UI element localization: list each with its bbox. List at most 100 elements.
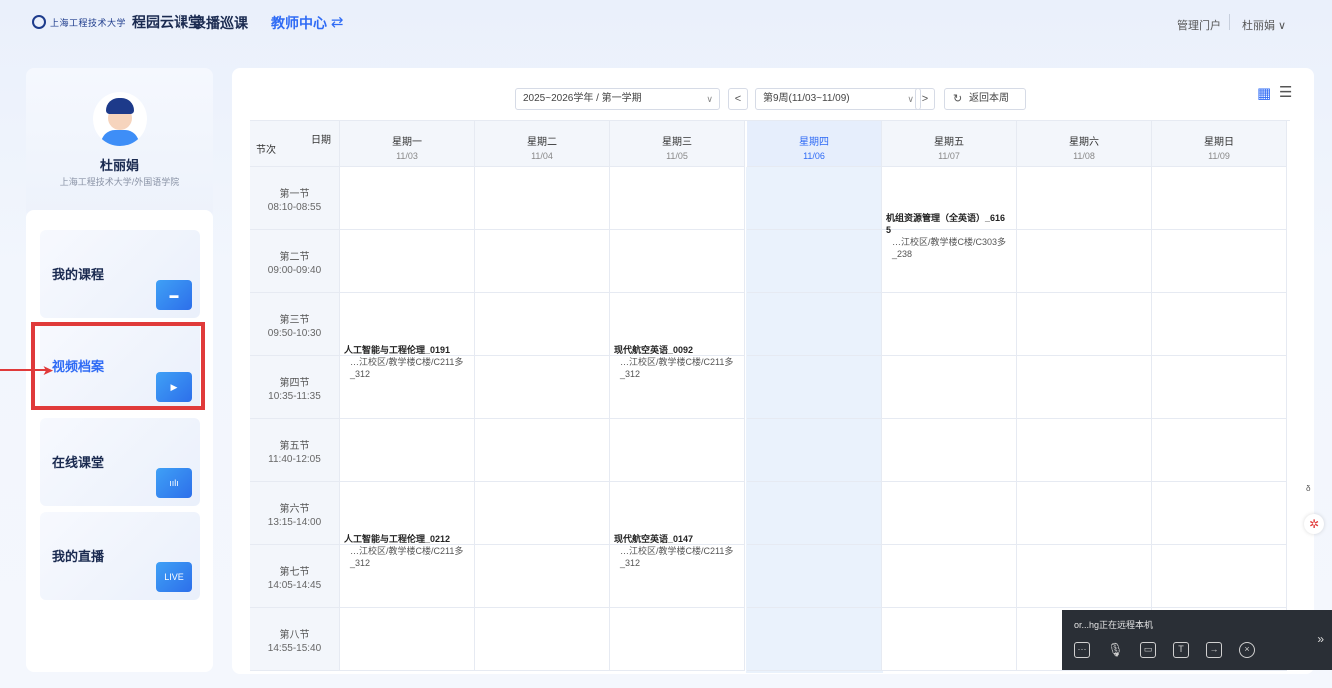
schedule-cell[interactable] — [475, 482, 610, 545]
schedule-cell[interactable] — [882, 419, 1017, 482]
schedule-cell[interactable] — [1152, 167, 1287, 230]
schedule-cell[interactable] — [882, 293, 1017, 356]
schedule-cell[interactable] — [882, 356, 1017, 419]
schedule-cell[interactable] — [475, 545, 610, 608]
day-header: 星期二 11/04 — [475, 121, 610, 167]
course-block[interactable]: 人工智能与工程伦理_0212 …江校区/教学楼C楼/C211多_312 — [344, 533, 473, 569]
menu-item-my-live[interactable]: 我的直播 LIVE — [40, 512, 200, 600]
course-name: 现代航空英语_0147 — [614, 534, 694, 544]
schedule-cell[interactable] — [610, 167, 745, 230]
schedule-cell[interactable] — [1152, 293, 1287, 356]
period-cell: 第一节 08:10-08:55 — [250, 167, 340, 230]
period-time: 09:50-10:30 — [267, 328, 322, 339]
course-block[interactable]: 现代航空英语_0147 …江校区/教学楼C楼/C211多_312 — [614, 533, 743, 569]
period-name: 第五节 — [279, 441, 310, 452]
menu-item-my-courses[interactable]: 我的课程 ▬ — [40, 230, 200, 318]
period-name: 第六节 — [279, 504, 310, 515]
mic-icon[interactable]: 🎙 — [1107, 642, 1124, 658]
schedule-cell[interactable] — [882, 608, 1017, 671]
schedule-cell[interactable] — [747, 482, 882, 545]
text-icon[interactable]: T — [1173, 642, 1189, 658]
nav-teacher-center[interactable]: 教师中心 — [271, 13, 327, 33]
course-block[interactable]: 人工智能与工程伦理_0191 …江校区/教学楼C楼/C211多_312 — [344, 344, 473, 380]
close-circle-icon[interactable]: × — [1239, 642, 1255, 658]
weekday-label: 星期六 — [1069, 137, 1099, 148]
remote-control-bar: or...hg正在远程本机 ··· 🎙 ▭ T → × » — [1062, 610, 1332, 670]
menu-label: 我的直播 — [52, 549, 105, 564]
schedule-cell[interactable] — [1017, 545, 1152, 608]
period-cell: 第四节 10:35-11:35 — [250, 356, 340, 419]
term-select[interactable]: 2025~2026学年 / 第一学期 ∨ — [515, 88, 720, 110]
schedule-cell[interactable] — [475, 167, 610, 230]
schedule-cell[interactable] — [1152, 230, 1287, 293]
schedule-cell[interactable] — [747, 230, 882, 293]
menu-item-online-classroom[interactable]: 在线课堂 ıılı — [40, 418, 200, 506]
screen-icon[interactable]: ▭ — [1140, 642, 1156, 658]
period-time: 14:05-14:45 — [267, 580, 322, 591]
schedule-cell[interactable] — [1017, 419, 1152, 482]
prev-week-button[interactable]: < — [728, 88, 748, 110]
user-name: 杜丽娟 — [99, 158, 139, 173]
admin-portal-link[interactable]: 管理门户 — [1177, 17, 1221, 33]
term-select-value: 2025~2026学年 / 第一学期 — [523, 93, 642, 104]
accessibility-icon[interactable]: ᵟ — [1306, 483, 1311, 497]
schedule-cell[interactable] — [610, 608, 745, 671]
schedule-cell[interactable] — [882, 482, 1017, 545]
exit-icon[interactable]: → — [1206, 642, 1222, 658]
chevron-down-icon: ∨ — [907, 94, 914, 104]
logo-text: 上海工程技术大学 — [50, 17, 127, 28]
schedule-cell[interactable] — [610, 230, 745, 293]
side-menu: 我的课程 ▬ 视频档案 ▶ 在线课堂 ıılı 我的直播 LIVE — [26, 210, 213, 672]
schedule-cell[interactable] — [747, 167, 882, 230]
app-logo-icon[interactable]: ✲ — [1304, 514, 1324, 534]
schedule-cell[interactable] — [340, 419, 475, 482]
course-name: 机组资源管理（全英语）_616 5 — [886, 213, 1006, 235]
schedule-cell[interactable] — [1017, 167, 1152, 230]
schedule-cell[interactable] — [475, 419, 610, 482]
schedule-cell[interactable] — [747, 356, 882, 419]
week-select[interactable]: 第9周(11/03~11/09) ∨ — [755, 88, 921, 110]
list-view-icon[interactable]: ☰ — [1279, 83, 1292, 101]
schedule-cell[interactable] — [340, 230, 475, 293]
back-to-this-week-button[interactable]: ↻ 返回本周 — [944, 88, 1026, 110]
course-block[interactable]: 现代航空英语_0092 …江校区/教学楼C楼/C211多_312 — [614, 344, 743, 380]
university-logo[interactable]: 上海工程技术大学 程园云课堂 — [32, 12, 202, 32]
schedule-toolbar: 2025~2026学年 / 第一学期 ∨ < 第9周(11/03~11/09) … — [232, 68, 1314, 120]
swap-arrows-icon[interactable]: ⇄ — [331, 13, 344, 31]
weekday-label: 星期五 — [934, 137, 964, 148]
nav-record-patrol[interactable]: 录播巡课 — [192, 13, 248, 33]
schedule-cell[interactable] — [1017, 293, 1152, 356]
schedule-cell[interactable] — [1017, 482, 1152, 545]
expand-icon[interactable]: » — [1317, 632, 1324, 646]
schedule-cell[interactable] — [747, 545, 882, 608]
schedule-cell[interactable] — [610, 419, 745, 482]
grid-view-icon[interactable]: ▦ — [1257, 84, 1271, 102]
schedule-cell[interactable] — [882, 545, 1017, 608]
schedule-cell[interactable] — [747, 419, 882, 482]
course-name: 人工智能与工程伦理_0191 — [344, 345, 451, 355]
next-week-button[interactable]: > — [915, 88, 935, 110]
course-room: …江校区/教学楼C楼/C211多_312 — [350, 357, 464, 379]
schedule-cell[interactable] — [747, 293, 882, 356]
schedule-cell[interactable] — [475, 230, 610, 293]
schedule-cell[interactable] — [1017, 356, 1152, 419]
schedule-cell[interactable] — [475, 293, 610, 356]
chat-icon[interactable]: ··· — [1074, 642, 1090, 658]
schedule-cell[interactable] — [1152, 419, 1287, 482]
schedule-cell[interactable] — [1017, 230, 1152, 293]
schedule-cell[interactable] — [1152, 482, 1287, 545]
period-name: 第三节 — [279, 315, 310, 326]
date-label: 11/06 — [803, 151, 825, 161]
schedule-cell[interactable] — [475, 608, 610, 671]
schedule-cell[interactable] — [340, 167, 475, 230]
schedule-cell[interactable] — [340, 608, 475, 671]
schedule-cell[interactable] — [1152, 545, 1287, 608]
course-block[interactable]: 机组资源管理（全英语）_616 5 …江校区/教学楼C楼/C303多_238 — [886, 212, 1015, 260]
schedule-cell[interactable] — [747, 608, 882, 671]
weekday-label: 星期二 — [527, 137, 557, 148]
user-menu[interactable]: 杜丽娟 ∨ — [1242, 17, 1286, 33]
schedule-cell[interactable] — [1152, 356, 1287, 419]
period-time: 11:40-12:05 — [268, 454, 321, 465]
refresh-icon: ↻ — [953, 93, 963, 105]
schedule-cell[interactable] — [475, 356, 610, 419]
